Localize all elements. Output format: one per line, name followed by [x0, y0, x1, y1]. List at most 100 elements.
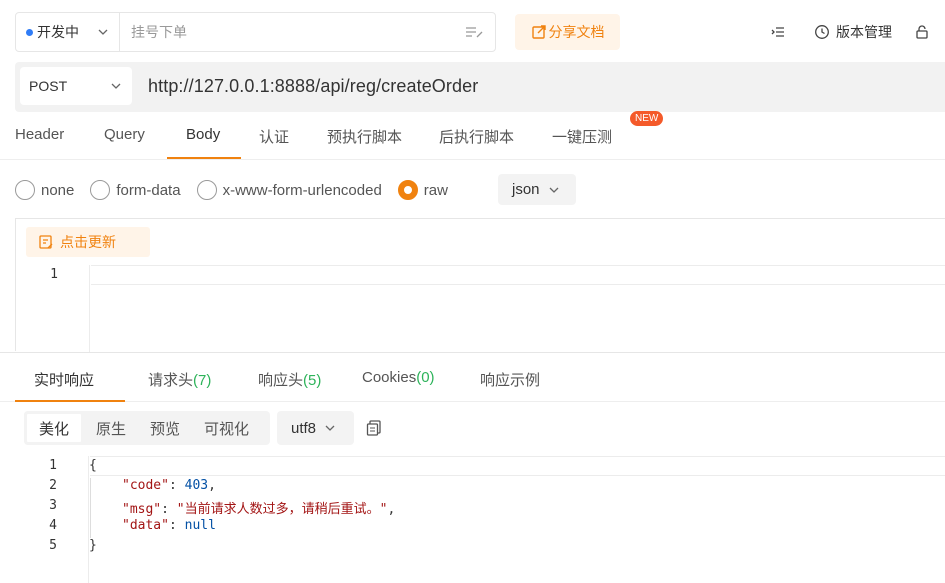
body-type-radios: none form-data x-www-form-urlencoded raw [15, 176, 464, 204]
document-edit-icon [39, 235, 53, 249]
radio-urlencoded-label: x-www-form-urlencoded [222, 181, 382, 199]
chevron-down-icon [98, 29, 108, 35]
clock-icon [815, 25, 829, 39]
radio-urlencoded[interactable]: x-www-form-urlencoded [196, 180, 382, 200]
right-toolbar: 版本管理 [770, 20, 945, 44]
method-label: POST [29, 78, 68, 94]
json-line-msg: "msg": "当前请求人数过多，请稍后重试。", [122, 502, 396, 517]
radio-circle-icon [15, 180, 35, 200]
response-tabs: 实时响应 请求头(7) 响应头(5) Cookies(0) 响应示例 [0, 352, 945, 402]
tab-auth[interactable]: 认证 [259, 126, 289, 147]
request-tabs: Header Query Body 认证 预执行脚本 后执行脚本 一键压测 [0, 112, 945, 160]
raw-format-dropdown[interactable]: json [498, 174, 576, 205]
tab-cookies-label: Cookies [362, 369, 417, 386]
tab-request-headers[interactable]: 请求头(7) [148, 369, 211, 390]
json-line-code: "code": 403, [122, 478, 216, 493]
version-manage-button[interactable]: 版本管理 [814, 22, 892, 42]
radio-circle-icon [90, 180, 111, 200]
lock-icon [916, 25, 928, 39]
count-badge: (0) [416, 369, 435, 386]
view-preview-button[interactable]: 预览 [138, 411, 192, 445]
tab-query[interactable]: Query [104, 126, 145, 143]
tab-request-headers-label: 请求头 [148, 372, 194, 389]
json-comma: , [208, 478, 216, 493]
json-open-brace: { [89, 458, 97, 473]
radio-none[interactable]: none [15, 180, 74, 200]
status-label: 开发中 [37, 24, 79, 40]
encoding-dropdown[interactable]: utf8 [277, 411, 354, 445]
json-value: "当前请求人数过多，请稍后重试。" [176, 502, 388, 517]
response-body: 1 2 3 4 5 { "code": 403, "msg": "当前请求人数过… [15, 456, 945, 583]
top-bar: 开发中 挂号下单 分享文档 版本管理 [0, 0, 945, 64]
list-indent-icon [771, 27, 784, 37]
chevron-down-icon [549, 187, 558, 193]
count-badge: (5) [303, 372, 322, 389]
outline-button[interactable] [770, 24, 792, 40]
tab-response-headers[interactable]: 响应头(5) [258, 369, 321, 390]
tab-header[interactable]: Header [15, 126, 64, 143]
url-bar: POST http://127.0.0.1:8888/api/reg/creat… [15, 62, 945, 112]
json-key: "msg" [122, 502, 162, 517]
json-comma: , [387, 502, 396, 517]
url-input[interactable]: http://127.0.0.1:8888/api/reg/createOrde… [148, 76, 478, 97]
view-mode-group: 美化 原生 预览 可视化 [24, 411, 270, 445]
active-tab-indicator [167, 157, 241, 159]
memo-input[interactable]: 挂号下单 [120, 22, 463, 42]
line-number: 5 [49, 538, 57, 553]
encoding-label: utf8 [291, 419, 317, 437]
view-pretty-button[interactable]: 美化 [24, 411, 85, 445]
share-doc-label: 分享文档 [548, 24, 605, 40]
radio-selected-icon [397, 180, 418, 200]
json-key: "data" [122, 518, 169, 533]
json-close-brace: } [89, 538, 97, 553]
tab-response-examples-label: 响应示例 [480, 372, 541, 389]
status-dropdown[interactable]: 开发中 [16, 13, 120, 51]
line-number: 1 [49, 458, 57, 473]
view-visualize-button[interactable]: 可视化 [192, 411, 261, 445]
radio-raw[interactable]: raw [397, 180, 448, 200]
line-number: 1 [50, 267, 58, 282]
json-value: null [184, 518, 216, 533]
tab-live-response-label: 实时响应 [34, 372, 95, 389]
request-body-editor[interactable]: 点击更新 1 [15, 218, 945, 352]
radio-none-label: none [41, 181, 75, 199]
count-badge: (7) [193, 372, 212, 389]
edit-lines-icon [466, 27, 483, 38]
method-dropdown[interactable]: POST [20, 67, 132, 105]
active-tab-indicator [15, 400, 125, 402]
line-gutter: 1 2 3 4 5 [15, 456, 89, 583]
json-line-data: "data": null [122, 518, 216, 533]
line-number: 3 [49, 498, 57, 513]
radio-form-data-label: form-data [116, 181, 181, 199]
update-label: 点击更新 [60, 234, 116, 250]
tab-body[interactable]: Body [186, 126, 220, 143]
radio-circle-icon [196, 180, 217, 200]
radio-form-data[interactable]: form-data [90, 180, 181, 200]
json-key: "code" [122, 478, 169, 493]
line-number: 4 [49, 518, 57, 533]
tab-response-examples[interactable]: 响应示例 [480, 369, 540, 390]
tab-response-headers-label: 响应头 [258, 372, 304, 389]
new-badge: NEW [630, 111, 664, 126]
update-button[interactable]: 点击更新 [26, 227, 150, 257]
lock-button[interactable] [914, 24, 936, 40]
view-raw-button[interactable]: 原生 [84, 411, 138, 445]
raw-format-label: json [512, 181, 540, 198]
indent-guide [90, 478, 91, 538]
tab-stress-test[interactable]: 一键压测 [552, 126, 612, 147]
tab-post-script[interactable]: 后执行脚本 [439, 126, 514, 147]
tab-pre-script[interactable]: 预执行脚本 [327, 126, 402, 147]
status-dot-icon [26, 28, 33, 36]
tab-live-response[interactable]: 实时响应 [34, 369, 94, 390]
version-manage-label: 版本管理 [836, 24, 892, 40]
status-memo-box: 开发中 挂号下单 [15, 12, 496, 52]
copy-icon[interactable] [365, 419, 383, 437]
line-gutter: 1 [16, 265, 90, 352]
share-doc-button[interactable]: 分享文档 [515, 14, 620, 50]
share-icon [531, 25, 546, 39]
current-line-highlight [90, 456, 945, 476]
editor-current-line[interactable] [91, 265, 945, 285]
chevron-down-icon [325, 425, 335, 431]
line-number: 2 [49, 478, 57, 493]
tab-cookies[interactable]: Cookies(0) [362, 369, 435, 386]
